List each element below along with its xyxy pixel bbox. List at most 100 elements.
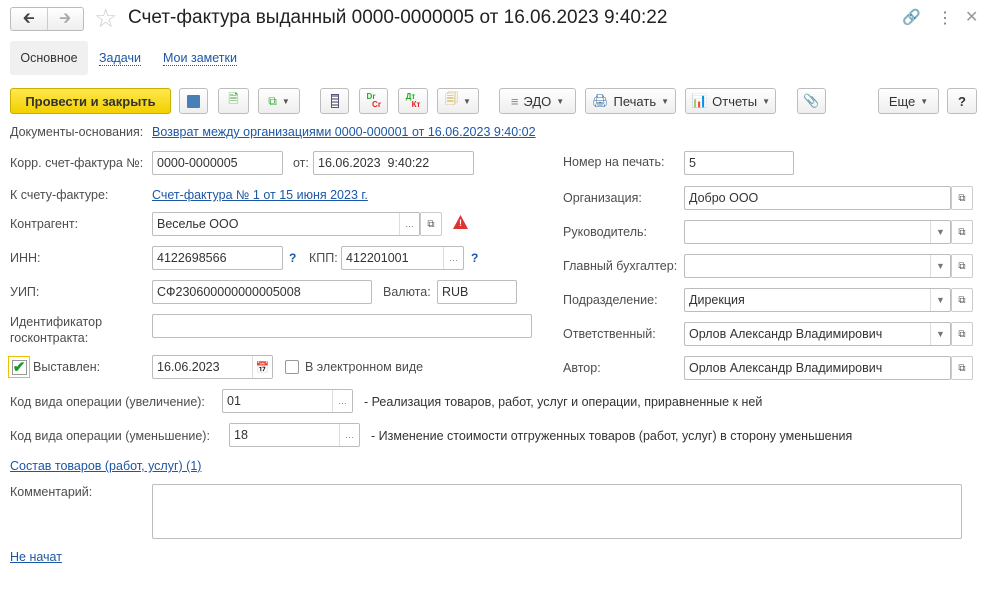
inn-help-icon[interactable]: ? xyxy=(289,251,296,265)
post-button[interactable]: 🗎 xyxy=(218,88,249,114)
open-icon: ⧉ xyxy=(958,362,966,374)
back-button[interactable]: 🡰 xyxy=(11,8,48,30)
chevron-down-icon: ▼ xyxy=(661,96,670,106)
currency-value: RUB xyxy=(442,285,469,299)
dropdown-icon[interactable]: ▼ xyxy=(930,289,950,311)
electronic-checkbox[interactable] xyxy=(285,360,299,374)
open-button[interactable]: ⧉ xyxy=(951,356,973,380)
dropdown-icon[interactable]: ▼ xyxy=(930,221,950,243)
op-dec-field[interactable]: 18… xyxy=(229,423,360,447)
status-link[interactable]: Не начат xyxy=(10,550,62,564)
comment-textarea[interactable] xyxy=(152,484,962,539)
forward-button[interactable]: 🡲 xyxy=(48,8,84,30)
dept-value: Дирекция xyxy=(689,293,745,307)
op-inc-field[interactable]: 01 … xyxy=(222,389,353,413)
kpp-help-icon[interactable]: ? xyxy=(471,251,478,265)
dept-field[interactable]: Дирекция ▼ xyxy=(684,288,951,312)
issued-date-field[interactable]: 16.06.2023 📅 xyxy=(152,355,273,379)
reports-button[interactable]: 📊 Отчеты ▼ xyxy=(685,88,776,114)
paperclip-icon: 📎 xyxy=(803,93,820,108)
chevron-down-icon: ▼ xyxy=(463,96,471,106)
issued-checkbox[interactable]: ✔ xyxy=(8,356,30,378)
close-icon[interactable]: ✕ xyxy=(965,7,978,27)
dr-cr-button[interactable]: Dr Cr xyxy=(359,88,388,114)
open-button[interactable]: ⧉ xyxy=(420,212,442,236)
op-inc-value: 01 xyxy=(227,394,241,408)
open-button[interactable]: ⧉ xyxy=(951,254,973,278)
open-button[interactable]: ⧉ xyxy=(951,186,973,210)
open-button[interactable]: ⧉ xyxy=(951,220,973,244)
counterparty-label: Контрагент: xyxy=(10,217,79,231)
org-value: Добро ООО xyxy=(689,191,759,205)
edo-label: ЭДО xyxy=(523,93,552,109)
more-button[interactable]: Еще ▼ xyxy=(878,88,939,114)
post-and-close-button[interactable]: Провести и закрыть xyxy=(10,88,171,114)
org-field[interactable]: Добро ООО xyxy=(684,186,951,210)
open-icon: ⧉ xyxy=(958,328,966,340)
select-button[interactable]: … xyxy=(399,213,419,235)
accountant-label: Главный бухгалтер: xyxy=(563,259,678,273)
calendar-icon[interactable]: 📅 xyxy=(252,356,272,378)
counterparty-field[interactable]: Веселье ООО… xyxy=(152,212,420,236)
print-number-value: 5 xyxy=(689,156,696,170)
comment-label: Комментарий: xyxy=(10,485,93,499)
corr-number-value: 0000-0000005 xyxy=(157,156,238,170)
kpp-value: 412201001 xyxy=(346,251,409,265)
print-number-field[interactable]: 5 xyxy=(684,151,794,175)
basis-link[interactable]: Возврат между организациями 0000-000001 … xyxy=(152,125,536,139)
more-actions-icon[interactable]: ⋮ xyxy=(937,8,953,28)
date-field[interactable]: 16.06.2023 9:40:22 xyxy=(313,151,474,175)
list-icon xyxy=(330,94,339,108)
list-button[interactable] xyxy=(320,88,349,114)
tab-main[interactable]: Основное xyxy=(10,41,88,75)
open-icon: ⧉ xyxy=(958,226,966,238)
warning-icon[interactable]: ! xyxy=(453,215,468,229)
date-value: 16.06.2023 9:40:22 xyxy=(318,156,430,170)
report-icon: 📊 xyxy=(690,93,708,108)
attach-button[interactable]: 📎 xyxy=(797,88,826,114)
op-dec-desc: - Изменение стоимости отгруженных товаро… xyxy=(371,429,853,443)
resp-value: Орлов Александр Владимирович xyxy=(689,327,883,341)
help-button[interactable]: ? xyxy=(947,88,977,114)
to-invoice-link[interactable]: Счет-фактура № 1 от 15 июня 2023 г. xyxy=(152,188,368,202)
tab-tasks[interactable]: Задачи xyxy=(99,51,141,66)
author-label: Автор: xyxy=(563,361,601,375)
save-button[interactable] xyxy=(179,88,208,114)
inn-label: ИНН: xyxy=(10,251,41,265)
currency-field[interactable]: RUB xyxy=(437,280,517,304)
favorite-star-icon[interactable]: ☆ xyxy=(94,3,117,34)
select-button[interactable]: … xyxy=(443,247,463,269)
open-button[interactable]: ⧉ xyxy=(951,288,973,312)
page-title: Счет-фактура выданный 0000-0000005 от 16… xyxy=(128,7,668,28)
contract-id-field[interactable] xyxy=(152,314,532,338)
dropdown-icon[interactable]: ▼ xyxy=(930,255,950,277)
kpp-field[interactable]: 412201001 … xyxy=(341,246,464,270)
corr-number-field[interactable]: 0000-0000005 xyxy=(152,151,283,175)
edo-button[interactable]: ≡ ЭДО ▼ xyxy=(499,88,576,114)
print-button[interactable]: 🖨 Печать ▼ xyxy=(585,88,676,114)
select-button[interactable]: … xyxy=(339,424,359,446)
op-inc-desc: - Реализация товаров, работ, услуг и опе… xyxy=(364,395,763,409)
inn-field[interactable]: 4122698566 xyxy=(152,246,283,270)
author-field[interactable]: Орлов Александр Владимирович xyxy=(684,356,951,380)
uip-field[interactable]: СФ230600000000005008 xyxy=(152,280,372,304)
history-button[interactable]: 🗐 ▼ xyxy=(437,88,479,114)
head-field[interactable]: ▼ xyxy=(684,220,951,244)
goods-link[interactable]: Состав товаров (работ, услуг) (1) xyxy=(10,459,201,473)
create-based-on-button[interactable]: ⧉ ▼ xyxy=(258,88,300,114)
tab-notes[interactable]: Мои заметки xyxy=(163,51,237,66)
dt-kt-button[interactable]: Дт Кт xyxy=(398,88,428,114)
corr-label: Корр. счет-фактура №: xyxy=(10,156,144,170)
dropdown-icon[interactable]: ▼ xyxy=(930,323,950,345)
accountant-field[interactable]: ▼ xyxy=(684,254,951,278)
head-label: Руководитель: xyxy=(563,225,648,239)
open-button[interactable]: ⧉ xyxy=(951,322,973,346)
link-icon[interactable]: 🔗 xyxy=(902,8,921,26)
op-dec-label: Код вида операции (уменьшение): xyxy=(10,429,210,443)
currency-label: Валюта: xyxy=(383,285,431,299)
uip-label: УИП: xyxy=(10,285,40,299)
cr-icon: Cr xyxy=(372,100,381,109)
kpp-label: КПП: xyxy=(309,251,338,265)
select-button[interactable]: … xyxy=(332,390,352,412)
resp-field[interactable]: Орлов Александр Владимирович ▼ xyxy=(684,322,951,346)
